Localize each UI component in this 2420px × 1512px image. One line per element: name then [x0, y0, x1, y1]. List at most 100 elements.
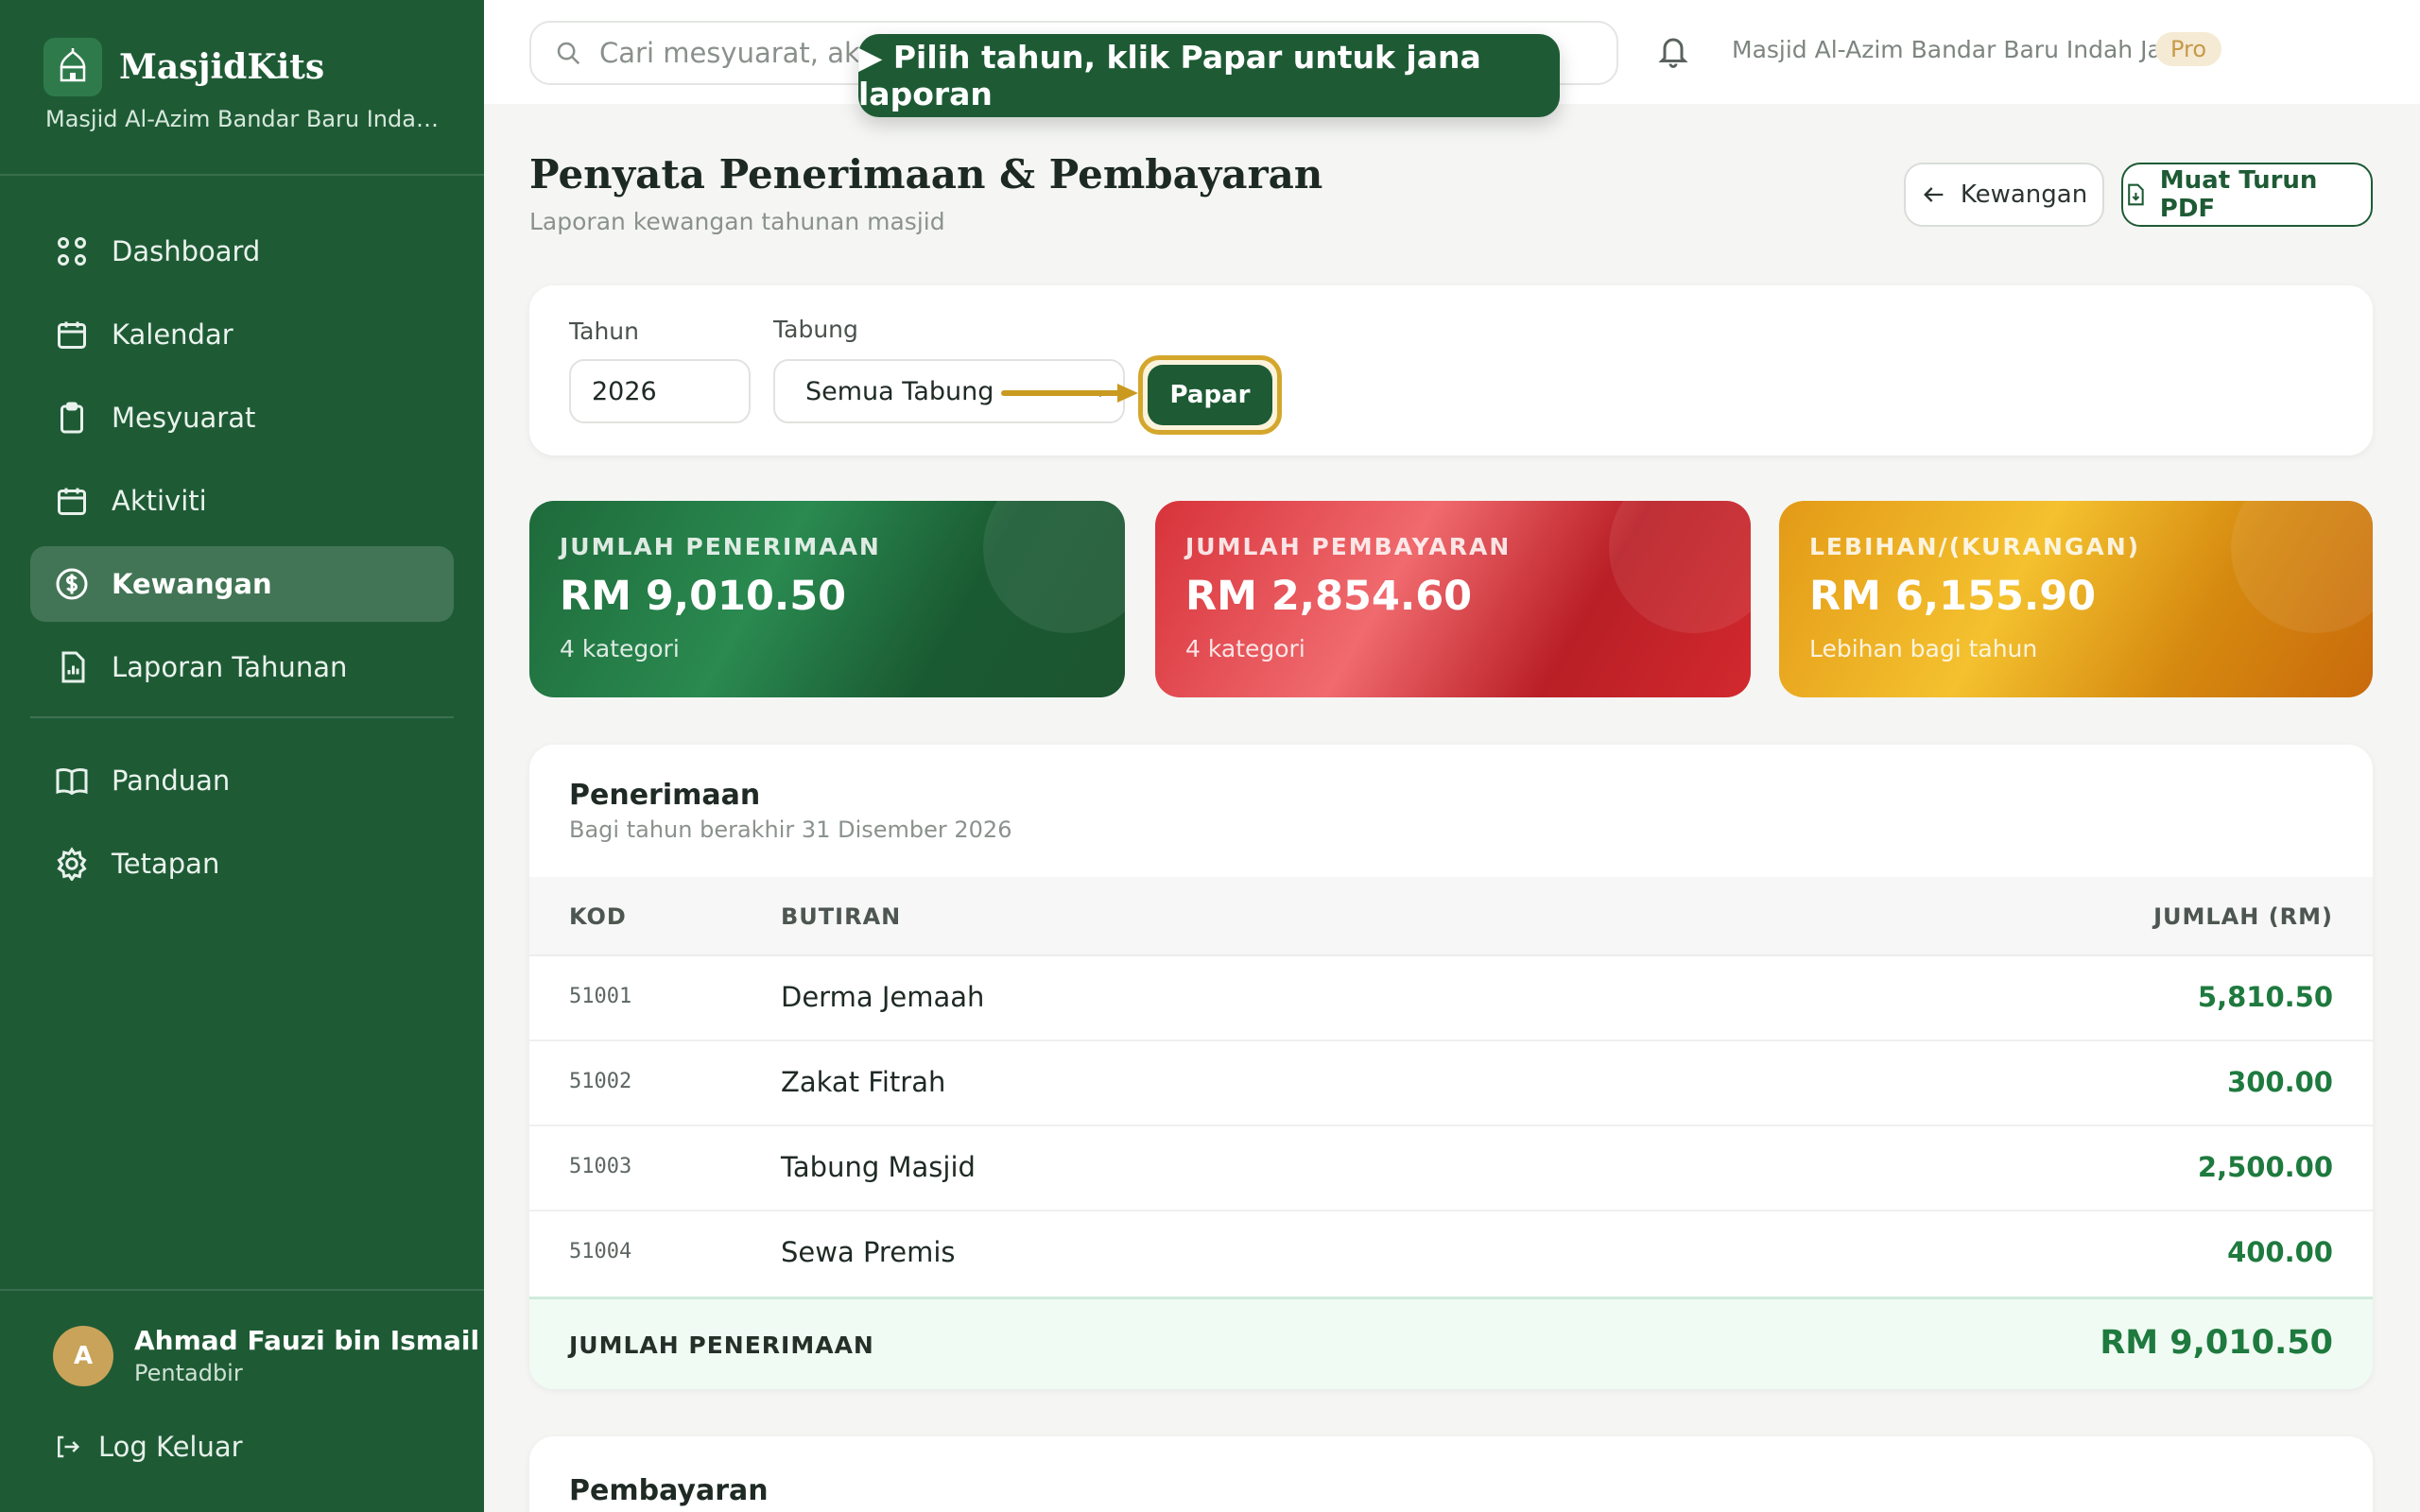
search-icon	[557, 42, 580, 65]
pointer-arrow-icon	[1001, 384, 1138, 403]
stat-sub: 4 kategori	[560, 635, 680, 662]
brand-subtitle: Masjid Al-Azim Bandar Baru Indah Jaya	[45, 106, 442, 132]
sidebar-item-dashboard[interactable]: Dashboard	[30, 214, 454, 289]
brand-name: MasjidKits	[119, 47, 325, 87]
dollar-circle-icon	[56, 568, 88, 600]
row-code: 51001	[569, 985, 632, 1008]
row-desc: Zakat Fitrah	[781, 1066, 946, 1098]
sidebar-item-panduan[interactable]: Panduan	[30, 743, 454, 818]
row-amount: 400.00	[2227, 1236, 2333, 1268]
sidebar-item-label: Mesyuarat	[112, 402, 256, 434]
sidebar-item-label: Dashboard	[112, 235, 261, 267]
org-name: Masjid Al-Azim Bandar Baru Indah Jaya	[1732, 36, 2190, 63]
receipts-title: Penerimaan	[569, 779, 761, 812]
calendar-icon	[58, 321, 86, 349]
sidebar-item-label: Laporan Tahunan	[112, 651, 348, 683]
sidebar-item-kewangan[interactable]: Kewangan	[30, 546, 454, 622]
row-amount: 300.00	[2227, 1066, 2333, 1098]
stat-value: RM 6,155.90	[1809, 573, 2097, 620]
payments-card: Pembayaran	[529, 1436, 2373, 1512]
stat-value: RM 2,854.60	[1185, 573, 1473, 620]
sidebar: MasjidKits Masjid Al-Azim Bandar Baru In…	[0, 0, 484, 1512]
stat-label: JUMLAH PENERIMAAN	[560, 533, 881, 560]
row-code: 51002	[569, 1070, 632, 1093]
sidebar-item-label: Kalendar	[112, 318, 233, 351]
row-amount: 2,500.00	[2197, 1151, 2333, 1183]
table-row[interactable]: 51003 Tabung Masjid 2,500.00	[529, 1126, 2373, 1211]
sidebar-item-tetapan[interactable]: Tetapan	[30, 826, 454, 902]
brand[interactable]: MasjidKits	[43, 38, 324, 96]
papar-button[interactable]: Papar	[1148, 365, 1272, 425]
stat-card-receipts: JUMLAH PENERIMAAN RM 9,010.50 4 kategori	[529, 501, 1125, 697]
stat-label: JUMLAH PEMBAYARAN	[1185, 533, 1512, 560]
stat-card-surplus: LEBIHAN/(KURANGAN) RM 6,155.90 Lebihan b…	[1779, 501, 2373, 697]
back-button-label: Kewangan	[1960, 180, 2088, 209]
table-row[interactable]: 51004 Sewa Premis 400.00	[529, 1211, 2373, 1297]
fund-select-value: Semua Tabung	[805, 376, 994, 406]
row-code: 51004	[569, 1240, 632, 1263]
search-placeholder: Cari mesyuarat, aktiviti...	[599, 37, 883, 69]
sidebar-item-label: Kewangan	[112, 568, 272, 600]
total-value: RM 9,010.50	[2100, 1324, 2333, 1362]
gear-icon	[57, 847, 87, 881]
sidebar-item-mesyuarat[interactable]: Mesyuarat	[30, 380, 454, 455]
sidebar-divider	[30, 716, 454, 718]
decor-circle	[2231, 501, 2373, 633]
sidebar-item-label: Tetapan	[112, 848, 220, 880]
stat-sub: Lebihan bagi tahun	[1809, 635, 2038, 662]
stat-label: LEBIHAN/(KURANGAN)	[1809, 533, 2141, 560]
decor-circle	[1609, 501, 1751, 633]
row-desc: Tabung Masjid	[781, 1151, 976, 1183]
page-subtitle: Laporan kewangan tahunan masjid	[529, 208, 945, 235]
row-desc: Derma Jemaah	[781, 981, 985, 1013]
user-role: Pentadbir	[134, 1360, 243, 1386]
sidebar-item-label: Aktiviti	[112, 485, 207, 517]
stat-value: RM 9,010.50	[560, 573, 847, 620]
mosque-logo-icon	[43, 38, 102, 96]
sidebar-divider	[0, 174, 484, 176]
sidebar-nav: Dashboard Kalendar Mesyuarat Aktiviti Ke…	[30, 214, 454, 909]
total-row: JUMLAH PENERIMAAN RM 9,010.50	[529, 1297, 2373, 1389]
payments-title: Pembayaran	[569, 1474, 769, 1507]
bell-icon	[1658, 38, 1688, 68]
year-input[interactable]: 2026	[569, 359, 751, 423]
avatar: A	[53, 1325, 113, 1386]
column-header-amount: JUMLAH (RM)	[2153, 903, 2333, 930]
receipts-subtitle: Bagi tahun berakhir 31 Disember 2026	[569, 816, 1012, 843]
file-download-icon	[2128, 183, 2144, 206]
column-header-code: KOD	[569, 903, 627, 930]
calendar-icon	[58, 488, 86, 515]
sidebar-item-label: Panduan	[112, 765, 231, 797]
logout-label: Log Keluar	[98, 1431, 243, 1463]
download-pdf-button[interactable]: Muat Turun PDF	[2121, 163, 2373, 227]
logout-button[interactable]: Log Keluar	[53, 1431, 243, 1463]
sidebar-divider	[0, 1289, 484, 1291]
row-amount: 5,810.50	[2197, 981, 2333, 1013]
stat-sub: 4 kategori	[1185, 635, 1305, 662]
notification-button[interactable]	[1656, 32, 1690, 74]
year-label: Tahun	[569, 318, 639, 345]
decor-circle	[983, 501, 1125, 633]
plan-badge: Pro	[2155, 32, 2222, 66]
receipts-card: Penerimaan Bagi tahun berakhir 31 Disemb…	[529, 745, 2373, 1389]
total-label: JUMLAH PENERIMAAN	[569, 1332, 874, 1359]
download-pdf-label: Muat Turun PDF	[2159, 166, 2318, 223]
table-row[interactable]: 51001 Derma Jemaah 5,810.50	[529, 956, 2373, 1041]
report-icon	[61, 651, 85, 683]
stat-card-payments: JUMLAH PEMBAYARAN RM 2,854.60 4 kategori	[1155, 501, 1751, 697]
user-name: Ahmad Fauzi bin Ismail	[134, 1325, 480, 1356]
fund-label: Tabung	[773, 316, 858, 343]
sidebar-item-aktiviti[interactable]: Aktiviti	[30, 463, 454, 539]
back-button[interactable]: Kewangan	[1904, 163, 2104, 227]
row-code: 51003	[569, 1155, 632, 1178]
page-title: Penyata Penerimaan & Pembayaran	[529, 151, 1323, 198]
guide-tooltip: ▶ Pilih tahun, klik Papar untuk jana lap…	[858, 34, 1560, 117]
user-profile[interactable]: A Ahmad Fauzi bin Ismail Pentadbir	[53, 1325, 479, 1386]
grid-icon	[58, 237, 86, 266]
table-row[interactable]: 51002 Zakat Fitrah 300.00	[529, 1041, 2373, 1126]
sidebar-item-kalendar[interactable]: Kalendar	[30, 297, 454, 372]
column-header-desc: BUTIRAN	[781, 903, 902, 930]
table-header: KOD BUTIRAN JUMLAH (RM)	[529, 877, 2373, 956]
arrow-left-icon	[1923, 187, 1944, 202]
sidebar-item-laporan-tahunan[interactable]: Laporan Tahunan	[30, 629, 454, 705]
